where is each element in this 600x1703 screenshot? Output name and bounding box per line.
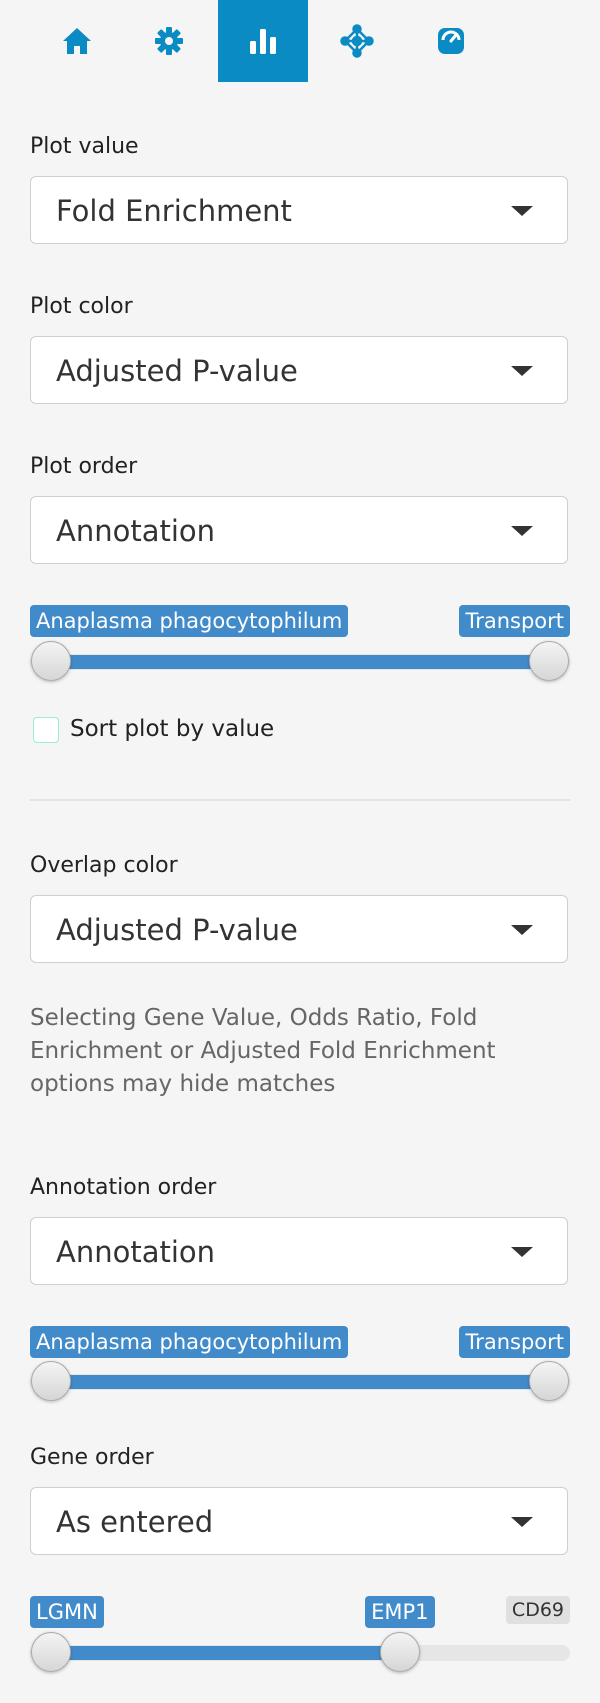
gene-range-max-tag: CD69 — [505, 1596, 570, 1624]
plot-value-label: Plot value — [30, 134, 139, 159]
chevron-down-icon — [511, 366, 533, 376]
slider-handle-to[interactable] — [379, 1632, 420, 1672]
divider — [30, 799, 570, 801]
plot-range-min-tag: Anaplasma phagocytophilum — [30, 605, 349, 637]
gene-range-to-tag: EMP1 — [365, 1596, 435, 1628]
slider-fill — [51, 655, 549, 669]
chevron-down-icon — [511, 206, 533, 216]
plot-value-selected: Fold Enrichment — [56, 194, 292, 228]
chevron-down-icon — [511, 1247, 533, 1257]
slider-handle-from[interactable] — [31, 641, 71, 681]
sort-by-value-label: Sort plot by value — [70, 716, 275, 742]
tab-bar — [0, 0, 600, 82]
plot-order-label: Plot order — [30, 454, 138, 479]
tab-gauge[interactable] — [406, 0, 496, 82]
tab-home[interactable] — [32, 0, 122, 82]
plot-color-label: Plot color — [30, 294, 133, 319]
plot-order-select[interactable]: Annotation — [30, 496, 568, 564]
plot-range-max-tag: Transport — [459, 605, 570, 637]
annotation-order-select[interactable]: Annotation — [30, 1217, 568, 1285]
plot-color-select[interactable]: Adjusted P-value — [30, 336, 568, 404]
overlap-color-select[interactable]: Adjusted P-value — [30, 895, 568, 963]
slider-handle-from[interactable] — [31, 1361, 71, 1401]
gene-range-from-tag: LGMN — [30, 1596, 104, 1628]
slider-fill — [51, 1375, 549, 1389]
plot-color-selected: Adjusted P-value — [56, 354, 298, 388]
gene-order-select[interactable]: As entered — [30, 1487, 568, 1555]
help-text: Selecting Gene Value, Odds Ratio, Fold E… — [30, 1005, 496, 1097]
home-icon — [63, 28, 91, 54]
plot-value-select[interactable]: Fold Enrichment — [30, 176, 568, 244]
annotation-order-selected: Annotation — [56, 1235, 216, 1269]
annotation-order-label: Annotation order — [30, 1175, 217, 1200]
slider-handle-to[interactable] — [529, 1361, 569, 1401]
tab-network[interactable] — [312, 0, 402, 82]
annotation-range-min-tag: Anaplasma phagocytophilum — [30, 1326, 349, 1358]
slider-handle-from[interactable] — [31, 1632, 71, 1672]
slider-handle-to[interactable] — [529, 641, 569, 681]
sort-by-value-checkbox[interactable] — [33, 717, 59, 743]
chevron-down-icon — [511, 526, 533, 536]
overlap-color-selected: Adjusted P-value — [56, 913, 298, 947]
tab-plot[interactable] — [218, 0, 308, 82]
plot-order-selected: Annotation — [56, 514, 216, 548]
gear-icon — [155, 27, 183, 55]
chevron-down-icon — [511, 1517, 533, 1527]
gene-order-label: Gene order — [30, 1445, 154, 1470]
tab-settings[interactable] — [124, 0, 214, 82]
gene-order-selected: As entered — [56, 1505, 214, 1539]
network-icon — [340, 24, 374, 58]
slider-fill — [51, 1646, 400, 1660]
overlap-color-label: Overlap color — [30, 853, 178, 878]
chevron-down-icon — [511, 925, 533, 935]
bar-chart-icon — [250, 29, 276, 54]
annotation-range-max-tag: Transport — [459, 1326, 570, 1358]
gauge-icon — [438, 28, 464, 54]
